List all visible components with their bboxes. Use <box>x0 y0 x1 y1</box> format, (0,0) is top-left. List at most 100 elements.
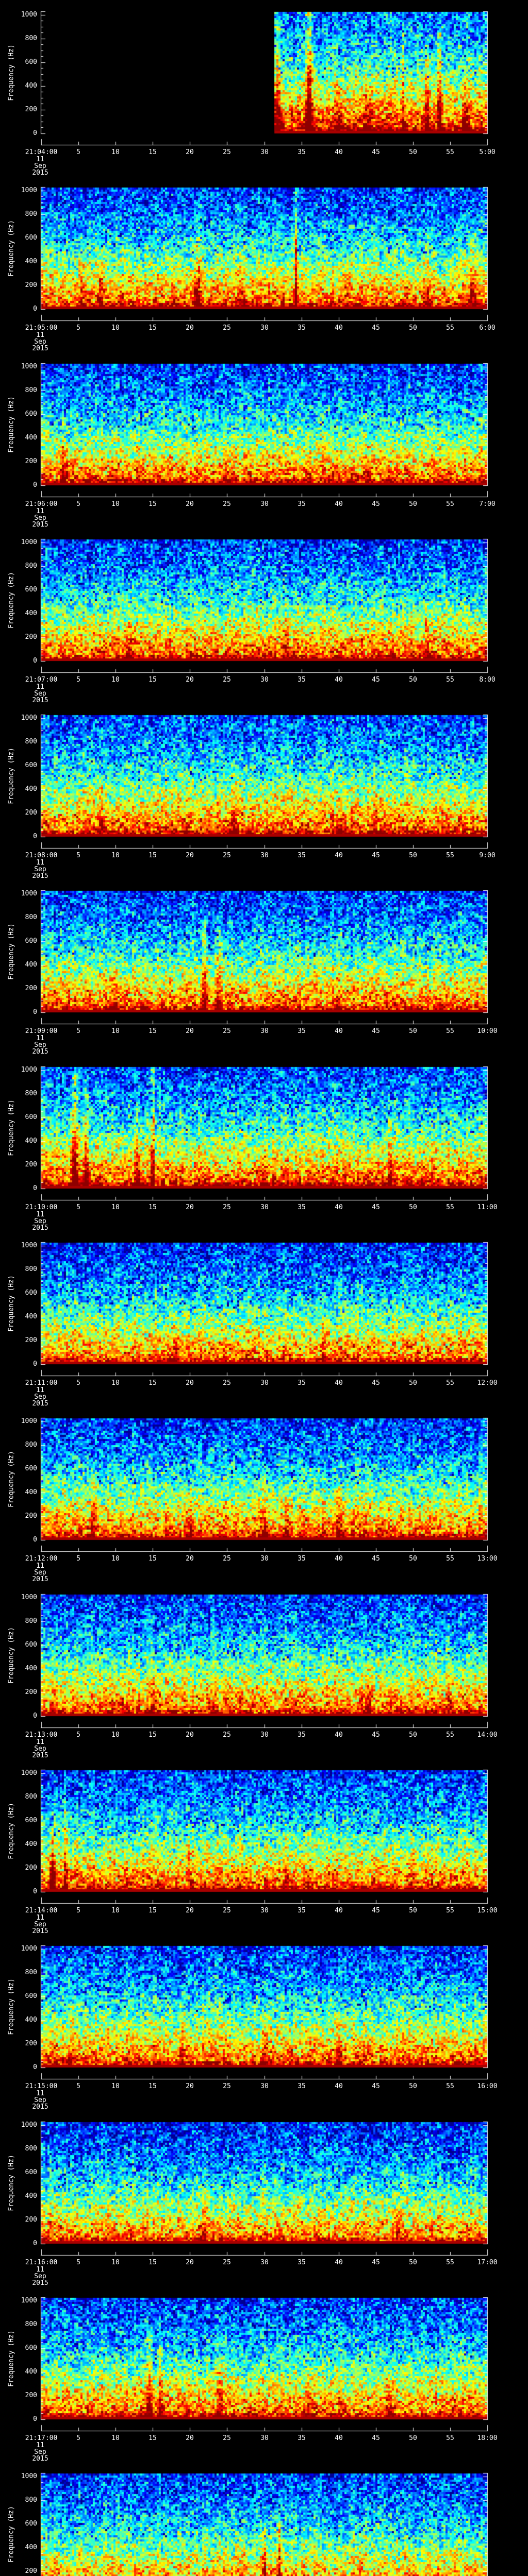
time-tick-label: 55 <box>446 324 454 332</box>
spectrogram-canvas <box>0 2110 528 2265</box>
time-tick-label: 30 <box>260 2434 269 2442</box>
time-tick-label: 45 <box>372 2082 380 2090</box>
time-tick-label: 10 <box>111 1555 120 1563</box>
time-end-label: 18:00 <box>477 2434 498 2442</box>
spectrogram-canvas <box>0 1934 528 2089</box>
time-tick-label: 35 <box>298 1907 306 1914</box>
time-tick-label: 15 <box>148 1379 157 1387</box>
time-tick-label: 45 <box>372 2434 380 2442</box>
y-axis-title: Frequency (Hz) <box>7 220 15 277</box>
freq-tick-label: 800 <box>25 562 37 570</box>
time-tick-label: 35 <box>298 1555 306 1563</box>
time-tick-label: 40 <box>335 1379 343 1387</box>
spectrogram-canvas <box>0 703 528 858</box>
time-tick-label: 15 <box>148 2082 157 2090</box>
freq-tick-label: 200 <box>25 2216 37 2224</box>
freq-tick-label: 200 <box>25 1512 37 1520</box>
time-start-label: 21:05:00 <box>25 324 58 332</box>
spectrogram-panel: Frequency (Hz) 0 200 400 600 800 1000 21:07:00… <box>0 528 528 704</box>
time-tick-label: 30 <box>260 500 269 508</box>
freq-tick-label: 0 <box>33 2240 37 2247</box>
time-tick-label: 50 <box>409 676 417 684</box>
freq-tick-label: 1000 <box>21 2472 37 2480</box>
spectrogram-panel: Frequency (Hz) 0 200 400 600 800 1000 21:14:00… <box>0 1758 528 1935</box>
freq-tick-label: 200 <box>25 106 37 113</box>
time-tick-label: 55 <box>446 1027 454 1035</box>
freq-tick-label: 400 <box>25 2544 37 2551</box>
time-tick-label: 45 <box>372 852 380 859</box>
time-tick-label: 45 <box>372 500 380 508</box>
time-tick-label: 35 <box>298 148 306 156</box>
freq-tick-label: 800 <box>25 386 37 394</box>
time-tick-label: 30 <box>260 1731 269 1739</box>
time-tick-label: 5 <box>76 1204 80 1211</box>
freq-tick-label: 600 <box>25 2344 37 2352</box>
freq-tick-label: 800 <box>25 2145 37 2153</box>
time-tick-label: 35 <box>298 1204 306 1211</box>
y-axis-title: Frequency (Hz) <box>7 396 15 453</box>
time-tick-label: 20 <box>186 2259 194 2266</box>
time-start-label: 21:04:00 <box>25 148 58 156</box>
time-tick-label: 35 <box>298 500 306 508</box>
time-start-label: 21:10:00 <box>25 1204 58 1211</box>
freq-tick-label: 400 <box>25 82 37 90</box>
time-tick-label: 30 <box>260 2082 269 2090</box>
time-end-label: 10:00 <box>477 1027 498 1035</box>
time-tick-label: 40 <box>335 1204 343 1211</box>
time-tick-label: 25 <box>223 1555 231 1563</box>
freq-tick-label: 1000 <box>21 714 37 722</box>
time-tick-label: 50 <box>409 1204 417 1211</box>
freq-tick-label: 600 <box>25 586 37 594</box>
time-tick-label: 40 <box>335 1555 343 1563</box>
time-tick-label: 20 <box>186 676 194 684</box>
time-tick-label: 50 <box>409 1731 417 1739</box>
time-tick-label: 25 <box>223 500 231 508</box>
time-tick-label: 35 <box>298 2259 306 2266</box>
time-start-label: 21:17:00 <box>25 2434 58 2442</box>
spectrogram-panel: Frequency (Hz) 0 200 400 600 800 1000 21:06:00… <box>0 352 528 528</box>
time-tick-label: 50 <box>409 852 417 859</box>
freq-tick-label: 800 <box>25 1090 37 1097</box>
freq-tick-label: 0 <box>33 657 37 665</box>
time-tick-label: 55 <box>446 1731 454 1739</box>
time-tick-label: 20 <box>186 2434 194 2442</box>
time-tick-label: 5 <box>76 1907 80 1914</box>
freq-tick-label: 400 <box>25 1313 37 1320</box>
time-tick-label: 30 <box>260 1907 269 1914</box>
freq-tick-label: 200 <box>25 2040 37 2047</box>
time-tick-label: 20 <box>186 500 194 508</box>
time-start-label: 21:16:00 <box>25 2259 58 2266</box>
time-tick-label: 45 <box>372 2259 380 2266</box>
time-tick-label: 5 <box>76 1555 80 1563</box>
freq-tick-label: 400 <box>25 961 37 969</box>
spectrogram-panel: Frequency (Hz) 0 200 400 600 800 1000 21:12:00… <box>0 1406 528 1583</box>
time-tick-label: 50 <box>409 500 417 508</box>
time-tick-label: 10 <box>111 1907 120 1914</box>
time-tick-label: 40 <box>335 148 343 156</box>
time-tick-label: 45 <box>372 1204 380 1211</box>
time-tick-label: 15 <box>148 1027 157 1035</box>
freq-tick-label: 1000 <box>21 890 37 897</box>
time-tick-label: 50 <box>409 2259 417 2266</box>
freq-tick-label: 200 <box>25 2567 37 2575</box>
spectrogram-canvas <box>0 528 528 682</box>
time-tick-label: 5 <box>76 852 80 859</box>
freq-tick-label: 800 <box>25 738 37 745</box>
freq-tick-label: 0 <box>33 1888 37 1895</box>
freq-tick-label: 400 <box>25 609 37 617</box>
time-tick-label: 40 <box>335 1907 343 1914</box>
time-tick-label: 20 <box>186 2082 194 2090</box>
freq-tick-label: 400 <box>25 1137 37 1145</box>
spectrogram-panel: Frequency (Hz) 0 200 400 600 800 1000 21:10:00… <box>0 1055 528 1231</box>
freq-tick-label: 400 <box>25 785 37 793</box>
time-tick-label: 45 <box>372 1731 380 1739</box>
time-end-label: 6:00 <box>479 324 496 332</box>
time-end-label: 11:00 <box>477 1204 498 1211</box>
time-tick-label: 5 <box>76 1731 80 1739</box>
freq-tick-label: 200 <box>25 1336 37 1344</box>
time-tick-label: 40 <box>335 2259 343 2266</box>
time-tick-label: 15 <box>148 1907 157 1914</box>
freq-tick-label: 400 <box>25 1840 37 1848</box>
time-start-label: 21:15:00 <box>25 2082 58 2090</box>
time-tick-label: 5 <box>76 676 80 684</box>
